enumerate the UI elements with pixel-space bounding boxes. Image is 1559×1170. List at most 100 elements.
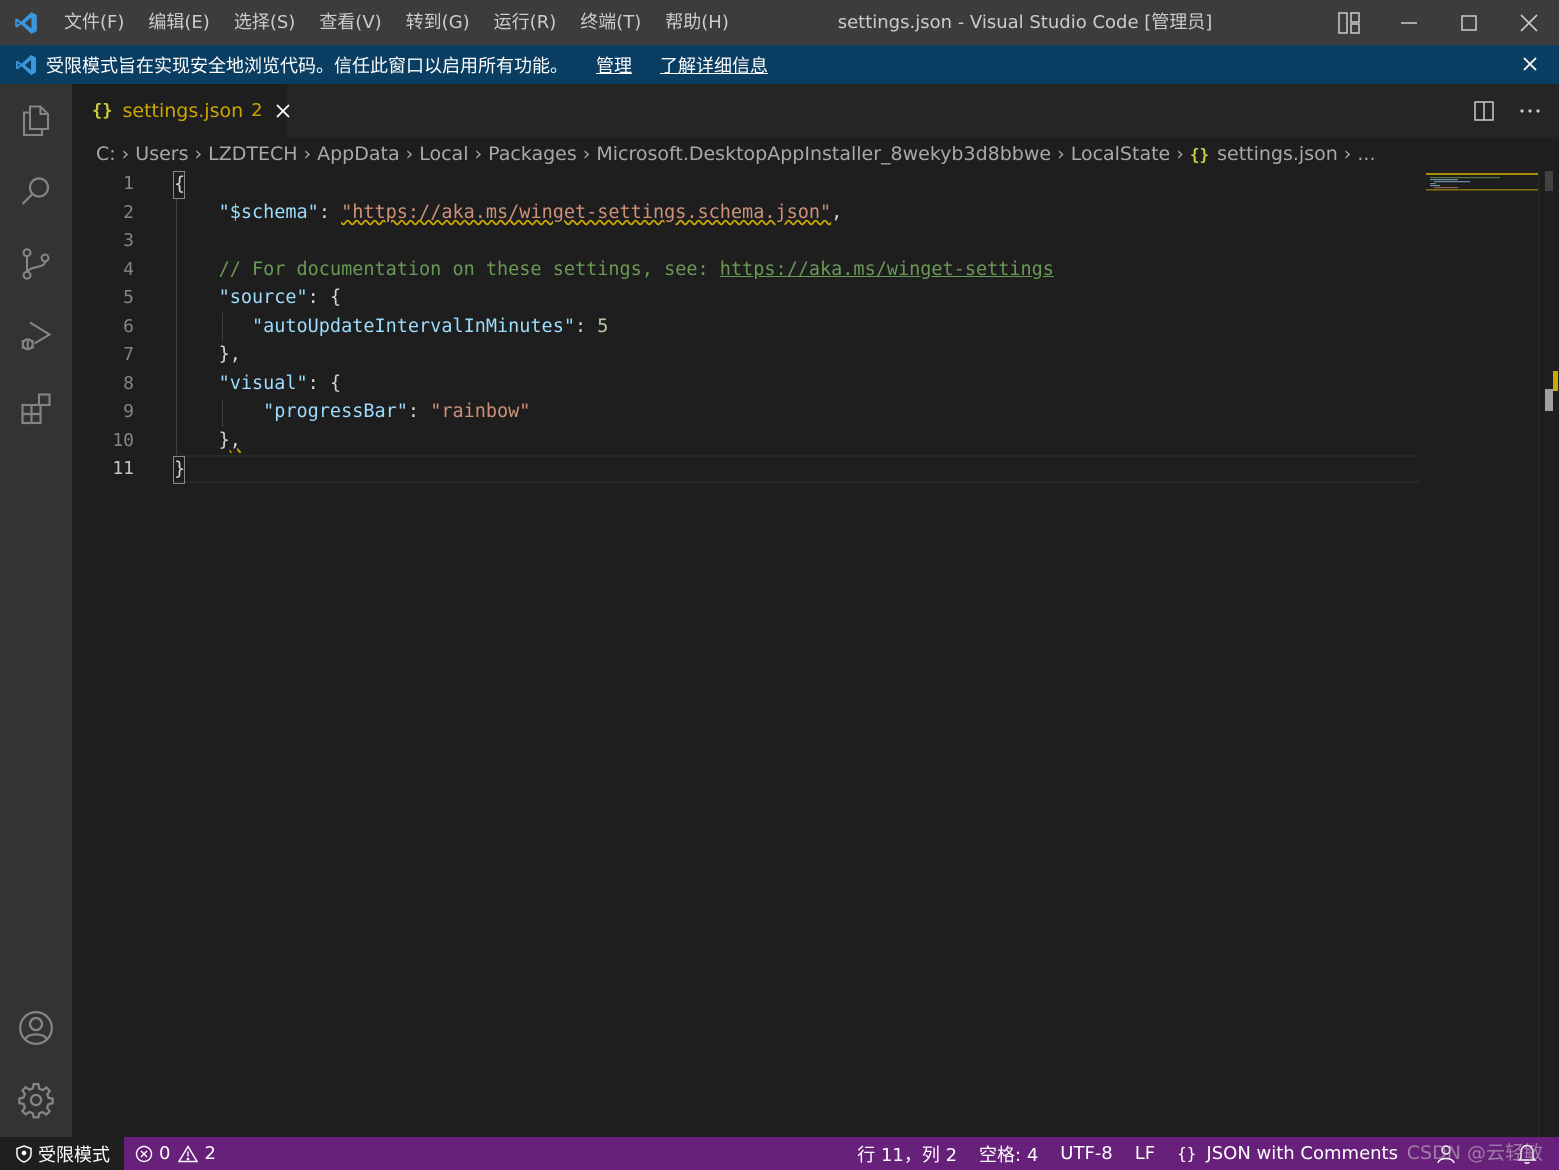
breadcrumb-item[interactable]: LocalState: [1071, 143, 1171, 165]
menu-run[interactable]: 运行(R): [482, 0, 569, 45]
ellipsis-icon: [1520, 109, 1540, 113]
warning-icon: [178, 1144, 199, 1162]
settings-gear-icon[interactable]: [14, 1078, 58, 1122]
code-line-11: }: [174, 456, 185, 484]
breadcrumb-item[interactable]: Packages: [488, 143, 577, 165]
split-editor-button[interactable]: [1469, 96, 1499, 126]
breadcrumb-item[interactable]: Users: [135, 143, 188, 165]
breadcrumb-file[interactable]: settings.json: [1217, 143, 1338, 165]
line-number: 2: [123, 202, 134, 223]
breadcrumb-item[interactable]: Local: [419, 143, 468, 165]
code-token: "source": [218, 287, 308, 308]
close-icon: [1523, 57, 1537, 71]
minimap[interactable]: [1426, 171, 1538, 1137]
code-token: : {: [307, 373, 342, 394]
maximize-button[interactable]: [1439, 0, 1499, 45]
code-token: }: [174, 459, 186, 480]
extensions-icon[interactable]: [14, 386, 58, 430]
code-token: }: [218, 430, 230, 451]
chevron-right-icon: ›: [1343, 143, 1352, 165]
split-editor-icon: [1474, 101, 1494, 121]
file-encoding[interactable]: UTF-8: [1049, 1137, 1123, 1170]
breadcrumb-item[interactable]: LZDTECH: [208, 143, 297, 165]
menu-view[interactable]: 查看(V): [307, 0, 393, 45]
code-token: "rainbow": [430, 401, 531, 422]
line-number-active: 11: [112, 458, 134, 479]
code-line-2: "$schema": "https://aka.ms/winget-settin…: [174, 199, 843, 227]
code-comment-link[interactable]: https://aka.ms/winget-settings: [720, 259, 1054, 280]
banner-learn-more-link[interactable]: 了解详细信息: [660, 52, 768, 78]
json-file-icon: {}: [92, 100, 113, 121]
vertical-scrollbar[interactable]: [1538, 171, 1558, 1137]
chevron-right-icon: ›: [121, 143, 130, 165]
language-mode-label: JSON with Comments: [1206, 1143, 1398, 1164]
menu-go[interactable]: 转到(G): [394, 0, 482, 45]
line-number: 6: [123, 316, 134, 337]
breadcrumb-item[interactable]: C:: [96, 143, 116, 165]
code-line-4: // For documentation on these settings, …: [174, 256, 1054, 284]
chevron-right-icon: ›: [405, 143, 414, 165]
window-title: settings.json - Visual Studio Code [管理员]: [837, 12, 1213, 33]
code-token: ,: [831, 202, 843, 223]
chevron-right-icon: ›: [1057, 143, 1065, 165]
breadcrumb-item[interactable]: AppData: [317, 143, 400, 165]
run-debug-icon[interactable]: [14, 314, 58, 358]
accounts-icon[interactable]: [14, 1006, 58, 1050]
activity-bar: [0, 84, 72, 1137]
restricted-mode-label: 受限模式: [38, 1144, 110, 1166]
search-icon[interactable]: [14, 170, 58, 214]
line-number: 5: [123, 287, 134, 308]
cursor-position[interactable]: 行 11，列 2: [846, 1137, 968, 1170]
code-line-5: "source": {: [174, 284, 342, 312]
code-editor[interactable]: 1 2 3 4 5 6 7 8 9 10 11 { "$schema": "ht…: [72, 171, 1538, 1137]
line-number: 8: [123, 373, 134, 394]
code-comment: // For documentation on these settings, …: [218, 259, 720, 280]
more-actions-button[interactable]: [1515, 96, 1545, 126]
watermark: CSDN @云轻敏: [1406, 1142, 1543, 1164]
chevron-right-icon: ›: [303, 143, 312, 165]
code-token: },: [218, 344, 241, 365]
indentation-setting[interactable]: 空格: 4: [968, 1137, 1049, 1170]
menu-terminal[interactable]: 终端(T): [568, 0, 653, 45]
json-file-icon: {}: [1189, 144, 1210, 164]
source-control-icon[interactable]: [14, 242, 58, 286]
menu-edit[interactable]: 编辑(E): [136, 0, 221, 45]
menu-bar: 文件(F) 编辑(E) 选择(S) 查看(V) 转到(G) 运行(R) 终端(T…: [52, 0, 741, 45]
language-mode[interactable]: {} JSON with Comments: [1166, 1137, 1409, 1170]
chevron-right-icon: ›: [582, 143, 591, 165]
editor-tab-strip: {} settings.json 2: [72, 84, 1559, 137]
minimize-button[interactable]: [1379, 0, 1439, 45]
current-line-highlight: [174, 455, 1419, 483]
code-token: "https://aka.ms/winget-settings.schema.j…: [341, 202, 832, 223]
end-of-line[interactable]: LF: [1124, 1137, 1166, 1170]
scrollbar-thumb[interactable]: [1545, 171, 1553, 191]
code-token: :: [574, 316, 598, 337]
banner-close-button[interactable]: [1517, 51, 1543, 77]
menu-help[interactable]: 帮助(H): [653, 0, 741, 45]
restricted-mode-indicator[interactable]: 受限模式: [0, 1137, 124, 1170]
breadcrumb-more[interactable]: ...: [1357, 143, 1375, 165]
problems-indicator[interactable]: 0 2: [124, 1137, 227, 1170]
breadcrumb: C: › Users › LZDTECH › AppData › Local › Pack…: [72, 137, 1559, 171]
chevron-right-icon: ›: [474, 143, 483, 165]
banner-manage-link[interactable]: 管理: [596, 52, 632, 78]
menu-file[interactable]: 文件(F): [52, 0, 136, 45]
customize-layout-button[interactable]: [1319, 0, 1379, 45]
shield-icon: [16, 1144, 32, 1163]
chevron-right-icon: ›: [1176, 143, 1184, 165]
title-bar: 文件(F) 编辑(E) 选择(S) 查看(V) 转到(G) 运行(R) 终端(T…: [0, 0, 1559, 45]
banner-message: 受限模式旨在实现安全地浏览代码。信任此窗口以启用所有功能。: [46, 55, 568, 77]
explorer-icon[interactable]: [14, 98, 58, 142]
code-token: :: [407, 401, 431, 422]
close-window-button[interactable]: [1499, 0, 1559, 45]
status-bar-right: 行 11，列 2 空格: 4 UTF-8 LF {} JSON with Com…: [846, 1137, 1409, 1170]
close-icon: [1520, 13, 1538, 32]
vscode-banner-logo-icon: [14, 53, 38, 77]
maximize-icon: [1461, 14, 1477, 31]
menu-selection[interactable]: 选择(S): [222, 0, 307, 45]
code-line-7: },: [174, 341, 241, 369]
tab-close-button[interactable]: [275, 101, 291, 121]
tab-settings-json[interactable]: {} settings.json 2: [72, 84, 290, 137]
chevron-right-icon: ›: [194, 143, 203, 165]
breadcrumb-item[interactable]: Microsoft.DesktopAppInstaller_8wekyb3d8b…: [596, 143, 1051, 165]
